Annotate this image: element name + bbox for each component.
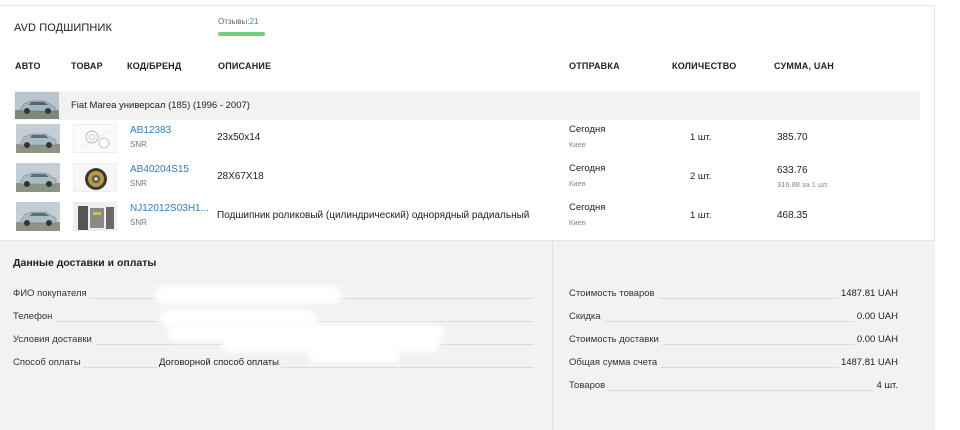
car-image <box>16 163 60 192</box>
column-header-shipping: ОТПРАВКА <box>569 61 620 71</box>
ship-date: Сегодня <box>569 202 606 213</box>
roller-bearing-icon <box>74 203 116 230</box>
table-row: NJ12012S03H1... SNR Подшипник роликовый … <box>0 199 935 235</box>
redaction <box>158 290 338 299</box>
buyer-label: ФИО покупателя <box>13 288 90 299</box>
part-image[interactable] <box>73 163 117 192</box>
dotted-leader <box>569 321 898 322</box>
column-header-product: ТОВАР <box>71 61 103 71</box>
payment-method-label: Способ оплаты <box>13 357 84 368</box>
part-brand: SNR <box>130 140 147 149</box>
redaction <box>312 352 396 358</box>
part-code-link[interactable]: AB12383 <box>130 125 171 136</box>
delivery-cost-row: Стоимость доставки 0.00 UAH <box>569 334 898 348</box>
item-unit-price: 316.88 за 1 шт. <box>777 180 829 189</box>
item-quantity: 1 шт. <box>690 132 712 143</box>
discount-label: Скидка <box>569 311 604 322</box>
reviews-link[interactable]: Отзывы:21 <box>218 17 258 26</box>
dotted-leader <box>569 390 898 391</box>
item-quantity: 2 шт. <box>690 171 712 182</box>
wheel-bearing-icon <box>74 164 116 191</box>
part-image[interactable] <box>73 202 117 231</box>
column-header-auto: АВТО <box>15 61 41 71</box>
redaction <box>164 314 314 323</box>
goods-cost-row: Стоимость товаров 1487.81 UAH <box>569 288 898 302</box>
ship-city: Киев <box>569 179 586 188</box>
goods-cost-value: 1487.81 UAH <box>837 288 898 299</box>
column-header-sum: СУММА, UAH <box>774 61 834 71</box>
items-count-row: Товаров 4 шт. <box>569 380 898 394</box>
redaction <box>226 340 436 348</box>
item-quantity: 1 шт. <box>690 210 712 221</box>
invoice-total-row: Общая сумма счета 1487.81 UAH <box>569 357 898 371</box>
car-image <box>15 92 59 119</box>
reviews-count: 21 <box>249 17 259 26</box>
order-card: AVD ПОДШИПНИК Отзывы:21 АВТО ТОВАР КОД/Б… <box>0 5 935 241</box>
part-image[interactable] <box>73 124 117 153</box>
part-description: 28X67X18 <box>217 171 264 182</box>
delivery-cost-value: 0.00 UAH <box>853 334 898 345</box>
divider <box>552 241 553 430</box>
ship-date: Сегодня <box>569 124 606 135</box>
ship-date: Сегодня <box>569 163 606 174</box>
phone-label: Телефон <box>13 311 56 322</box>
table-row: AB40204S15 SNR 28X67X18 Сегодня Киев 2 ш… <box>0 160 935 196</box>
payment-method-field: Способ оплаты Договорной способ оплаты <box>13 357 533 371</box>
invoice-total-value: 1487.81 UAH <box>837 357 898 368</box>
seller-name[interactable]: AVD ПОДШИПНИК <box>14 22 112 34</box>
part-brand: SNR <box>130 218 147 227</box>
items-count-value: 4 шт. <box>873 380 898 391</box>
table-row: AB12383 SNR 23x50x14 Сегодня Киев 1 шт. … <box>0 121 935 157</box>
part-brand: SNR <box>130 179 147 188</box>
column-header-quantity: КОЛИЧЕСТВО <box>672 61 737 71</box>
vehicle-title: Fiat Marea универсал (185) (1996 - 2007) <box>71 100 250 111</box>
delivery-cost-label: Стоимость доставки <box>569 334 662 345</box>
car-image <box>16 202 60 231</box>
car-image <box>16 124 60 153</box>
part-code-link[interactable]: NJ12012S03H1... <box>130 203 209 214</box>
column-header-description: ОПИСАНИЕ <box>218 61 272 71</box>
ship-city: Киев <box>569 218 586 227</box>
invoice-total-label: Общая сумма счета <box>569 357 661 368</box>
part-sketch-icon <box>74 125 116 152</box>
items-count-label: Товаров <box>569 380 609 391</box>
vehicle-group-row: Fiat Marea универсал (185) (1996 - 2007) <box>14 91 920 120</box>
reviews-label: Отзывы: <box>218 17 250 26</box>
discount-row: Скидка 0.00 UAH <box>569 311 898 325</box>
payment-method-value: Договорной способ оплаты <box>157 357 281 368</box>
goods-cost-label: Стоимость товаров <box>569 288 658 299</box>
delivery-payment-panel: Данные доставки и оплаты ФИО покупателя … <box>0 241 935 430</box>
part-description: 23x50x14 <box>217 132 261 143</box>
part-code-link[interactable]: AB40204S15 <box>130 164 189 175</box>
item-sum: 385.70 <box>777 132 808 143</box>
ship-city: Киев <box>569 140 586 149</box>
column-header-code-brand: КОД/БРЕНД <box>127 61 182 71</box>
item-sum: 633.76 <box>777 165 808 176</box>
discount-value: 0.00 UAH <box>853 311 898 322</box>
redaction <box>172 329 440 337</box>
delivery-conditions-label: Условия доставки <box>13 334 95 345</box>
item-sum: 468.35 <box>777 210 808 221</box>
part-description: Подшипник роликовый (цилиндрический) одн… <box>217 210 530 221</box>
section-title: Данные доставки и оплаты <box>13 257 157 269</box>
rating-bar <box>218 32 265 36</box>
